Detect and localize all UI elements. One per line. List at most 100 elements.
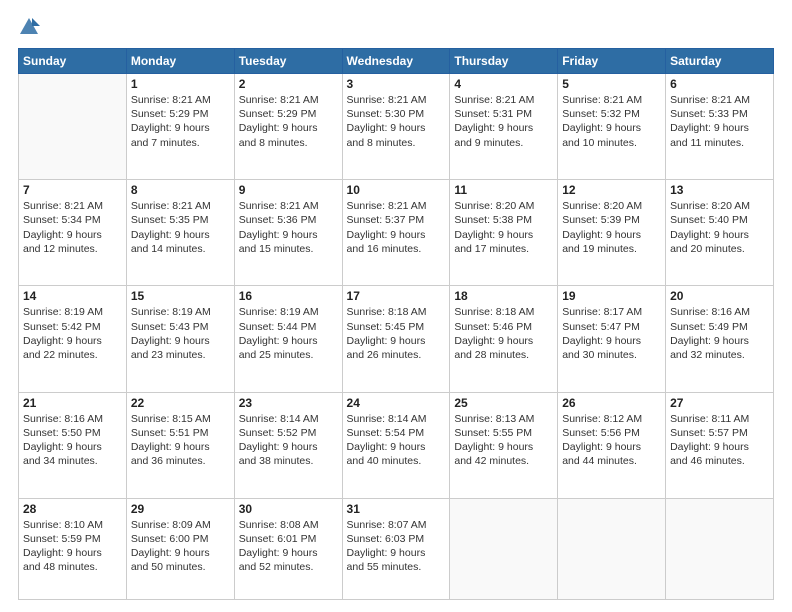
cell-line: and 17 minutes. — [454, 242, 553, 256]
calendar-cell: 21Sunrise: 8:16 AMSunset: 5:50 PMDayligh… — [19, 392, 127, 498]
calendar-cell: 24Sunrise: 8:14 AMSunset: 5:54 PMDayligh… — [342, 392, 450, 498]
cell-line: Sunrise: 8:07 AM — [347, 518, 446, 532]
cell-line: Sunset: 5:57 PM — [670, 426, 769, 440]
cell-line: Daylight: 9 hours — [23, 440, 122, 454]
calendar-cell — [450, 498, 558, 599]
calendar-cell: 14Sunrise: 8:19 AMSunset: 5:42 PMDayligh… — [19, 286, 127, 392]
cell-line: Sunrise: 8:12 AM — [562, 412, 661, 426]
day-number: 28 — [23, 502, 122, 516]
cell-line: and 25 minutes. — [239, 348, 338, 362]
cell-line: Sunrise: 8:20 AM — [562, 199, 661, 213]
cell-line: Daylight: 9 hours — [670, 440, 769, 454]
day-number: 29 — [131, 502, 230, 516]
cell-line: Daylight: 9 hours — [131, 121, 230, 135]
cell-line: Sunrise: 8:21 AM — [347, 93, 446, 107]
day-number: 25 — [454, 396, 553, 410]
cell-line: and 46 minutes. — [670, 454, 769, 468]
calendar-cell: 10Sunrise: 8:21 AMSunset: 5:37 PMDayligh… — [342, 180, 450, 286]
cell-line: Sunset: 5:55 PM — [454, 426, 553, 440]
cell-line: and 9 minutes. — [454, 136, 553, 150]
cell-line: Sunrise: 8:19 AM — [239, 305, 338, 319]
day-number: 3 — [347, 77, 446, 91]
day-number: 2 — [239, 77, 338, 91]
cell-line: Daylight: 9 hours — [23, 546, 122, 560]
cell-line: Sunset: 5:29 PM — [239, 107, 338, 121]
cell-line: Sunrise: 8:16 AM — [670, 305, 769, 319]
day-number: 12 — [562, 183, 661, 197]
day-number: 13 — [670, 183, 769, 197]
cell-line: Sunset: 5:29 PM — [131, 107, 230, 121]
cell-line: Sunrise: 8:21 AM — [239, 199, 338, 213]
cell-line: Sunset: 5:49 PM — [670, 320, 769, 334]
cell-line: Daylight: 9 hours — [562, 440, 661, 454]
cell-line: Sunrise: 8:20 AM — [454, 199, 553, 213]
cell-line: Daylight: 9 hours — [239, 228, 338, 242]
cell-line: Daylight: 9 hours — [239, 121, 338, 135]
cell-line: Sunrise: 8:18 AM — [347, 305, 446, 319]
day-number: 30 — [239, 502, 338, 516]
cell-line: Sunrise: 8:19 AM — [131, 305, 230, 319]
logo — [18, 16, 44, 38]
calendar-cell: 19Sunrise: 8:17 AMSunset: 5:47 PMDayligh… — [558, 286, 666, 392]
calendar-cell: 16Sunrise: 8:19 AMSunset: 5:44 PMDayligh… — [234, 286, 342, 392]
logo-icon — [18, 16, 40, 38]
cell-line: Sunrise: 8:09 AM — [131, 518, 230, 532]
day-number: 9 — [239, 183, 338, 197]
day-number: 16 — [239, 289, 338, 303]
cell-line: Daylight: 9 hours — [239, 546, 338, 560]
cell-line: Sunrise: 8:13 AM — [454, 412, 553, 426]
header-day: Sunday — [19, 49, 127, 74]
cell-line: Daylight: 9 hours — [347, 546, 446, 560]
cell-line: Sunset: 5:32 PM — [562, 107, 661, 121]
calendar-cell: 2 Sunrise: 8:21 AMSunset: 5:29 PMDaylight… — [234, 74, 342, 180]
calendar-cell: 20 Sunrise: 8:16 AMSunset: 5:49 PMDayligh… — [666, 286, 774, 392]
day-number: 22 — [131, 396, 230, 410]
cell-line: and 8 minutes. — [239, 136, 338, 150]
header-day: Monday — [126, 49, 234, 74]
calendar-cell: 15Sunrise: 8:19 AMSunset: 5:43 PMDayligh… — [126, 286, 234, 392]
cell-line: Daylight: 9 hours — [562, 121, 661, 135]
cell-line: Sunset: 5:51 PM — [131, 426, 230, 440]
cell-line: Daylight: 9 hours — [454, 334, 553, 348]
cell-line: Daylight: 9 hours — [131, 440, 230, 454]
calendar-cell: 27Sunrise: 8:11 AMSunset: 5:57 PMDayligh… — [666, 392, 774, 498]
day-number: 20 — [670, 289, 769, 303]
cell-line: Sunset: 6:03 PM — [347, 532, 446, 546]
week-row: 14Sunrise: 8:19 AMSunset: 5:42 PMDayligh… — [19, 286, 774, 392]
day-number: 17 — [347, 289, 446, 303]
header-row: SundayMondayTuesdayWednesdayThursdayFrid… — [19, 49, 774, 74]
cell-line: Daylight: 9 hours — [239, 440, 338, 454]
cell-line: and 7 minutes. — [131, 136, 230, 150]
cell-line: and 8 minutes. — [347, 136, 446, 150]
header-day: Thursday — [450, 49, 558, 74]
cell-line: Sunrise: 8:21 AM — [239, 93, 338, 107]
cell-line: Sunrise: 8:21 AM — [23, 199, 122, 213]
calendar-cell: 30Sunrise: 8:08 AMSunset: 6:01 PMDayligh… — [234, 498, 342, 599]
cell-line: and 40 minutes. — [347, 454, 446, 468]
cell-line: Sunset: 5:40 PM — [670, 213, 769, 227]
cell-line: Sunset: 5:44 PM — [239, 320, 338, 334]
page: SundayMondayTuesdayWednesdayThursdayFrid… — [0, 0, 792, 612]
cell-line: and 19 minutes. — [562, 242, 661, 256]
cell-line: and 34 minutes. — [23, 454, 122, 468]
cell-line: and 10 minutes. — [562, 136, 661, 150]
cell-line: and 36 minutes. — [131, 454, 230, 468]
cell-line: Daylight: 9 hours — [347, 121, 446, 135]
calendar-cell — [19, 74, 127, 180]
calendar-cell: 4Sunrise: 8:21 AMSunset: 5:31 PMDaylight… — [450, 74, 558, 180]
cell-line: Daylight: 9 hours — [347, 228, 446, 242]
cell-line: Sunset: 5:45 PM — [347, 320, 446, 334]
cell-line: Daylight: 9 hours — [670, 334, 769, 348]
week-row: 21Sunrise: 8:16 AMSunset: 5:50 PMDayligh… — [19, 392, 774, 498]
cell-line: Daylight: 9 hours — [347, 334, 446, 348]
cell-line: Sunset: 5:59 PM — [23, 532, 122, 546]
cell-line: Sunset: 5:39 PM — [562, 213, 661, 227]
cell-line: Sunset: 5:38 PM — [454, 213, 553, 227]
cell-line: Daylight: 9 hours — [23, 228, 122, 242]
cell-line: Daylight: 9 hours — [131, 334, 230, 348]
cell-line: Sunrise: 8:21 AM — [131, 93, 230, 107]
cell-line: Sunrise: 8:11 AM — [670, 412, 769, 426]
cell-line: Sunset: 5:30 PM — [347, 107, 446, 121]
calendar-cell: 9Sunrise: 8:21 AMSunset: 5:36 PMDaylight… — [234, 180, 342, 286]
calendar-cell: 18Sunrise: 8:18 AMSunset: 5:46 PMDayligh… — [450, 286, 558, 392]
